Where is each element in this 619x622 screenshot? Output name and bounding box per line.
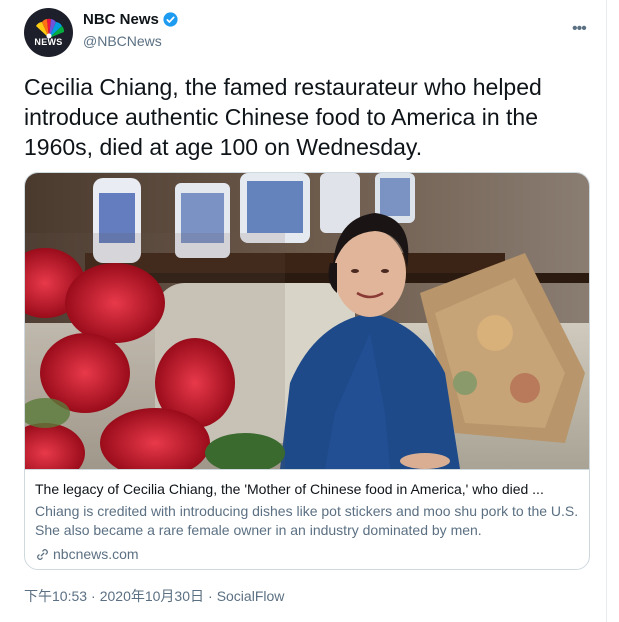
meta-separator: · (208, 588, 213, 604)
avatar[interactable]: NEWS (24, 8, 73, 57)
card-title[interactable]: The legacy of Cecilia Chiang, the 'Mothe… (35, 480, 581, 498)
card-body[interactable]: The legacy of Cecilia Chiang, the 'Mothe… (25, 469, 589, 563)
meta-separator: · (91, 588, 96, 604)
link-card[interactable]: The legacy of Cecilia Chiang, the 'Mothe… (24, 172, 590, 570)
more-options-icon[interactable]: ••• (572, 21, 587, 37)
tweet-meta: 下午10:53 · 2020年10月30日 · SocialFlow (24, 586, 284, 606)
author-name-row[interactable]: NBC News (83, 11, 179, 28)
card-image[interactable] (25, 173, 590, 469)
card-description: Chiang is credited with introducing dish… (35, 503, 579, 538)
tweet: NEWS NBC News @NBCNews ••• Cecilia Chian… (0, 0, 607, 622)
tweet-source[interactable]: SocialFlow (217, 588, 285, 604)
card-domain[interactable]: nbcnews.com (35, 545, 581, 563)
link-icon (37, 548, 48, 560)
card-domain-text[interactable]: nbcnews.com (53, 545, 139, 563)
tweet-time[interactable]: 下午10:53 (24, 586, 87, 606)
author-display-name[interactable]: NBC News (83, 11, 159, 28)
tweet-date[interactable]: 2020年10月30日 (100, 586, 204, 606)
avatar-text: NEWS (34, 37, 63, 47)
tweet-text: Cecilia Chiang, the famed restaurateur w… (24, 74, 542, 160)
author-handle[interactable]: @NBCNews (83, 33, 162, 49)
verified-badge-icon (163, 12, 178, 27)
